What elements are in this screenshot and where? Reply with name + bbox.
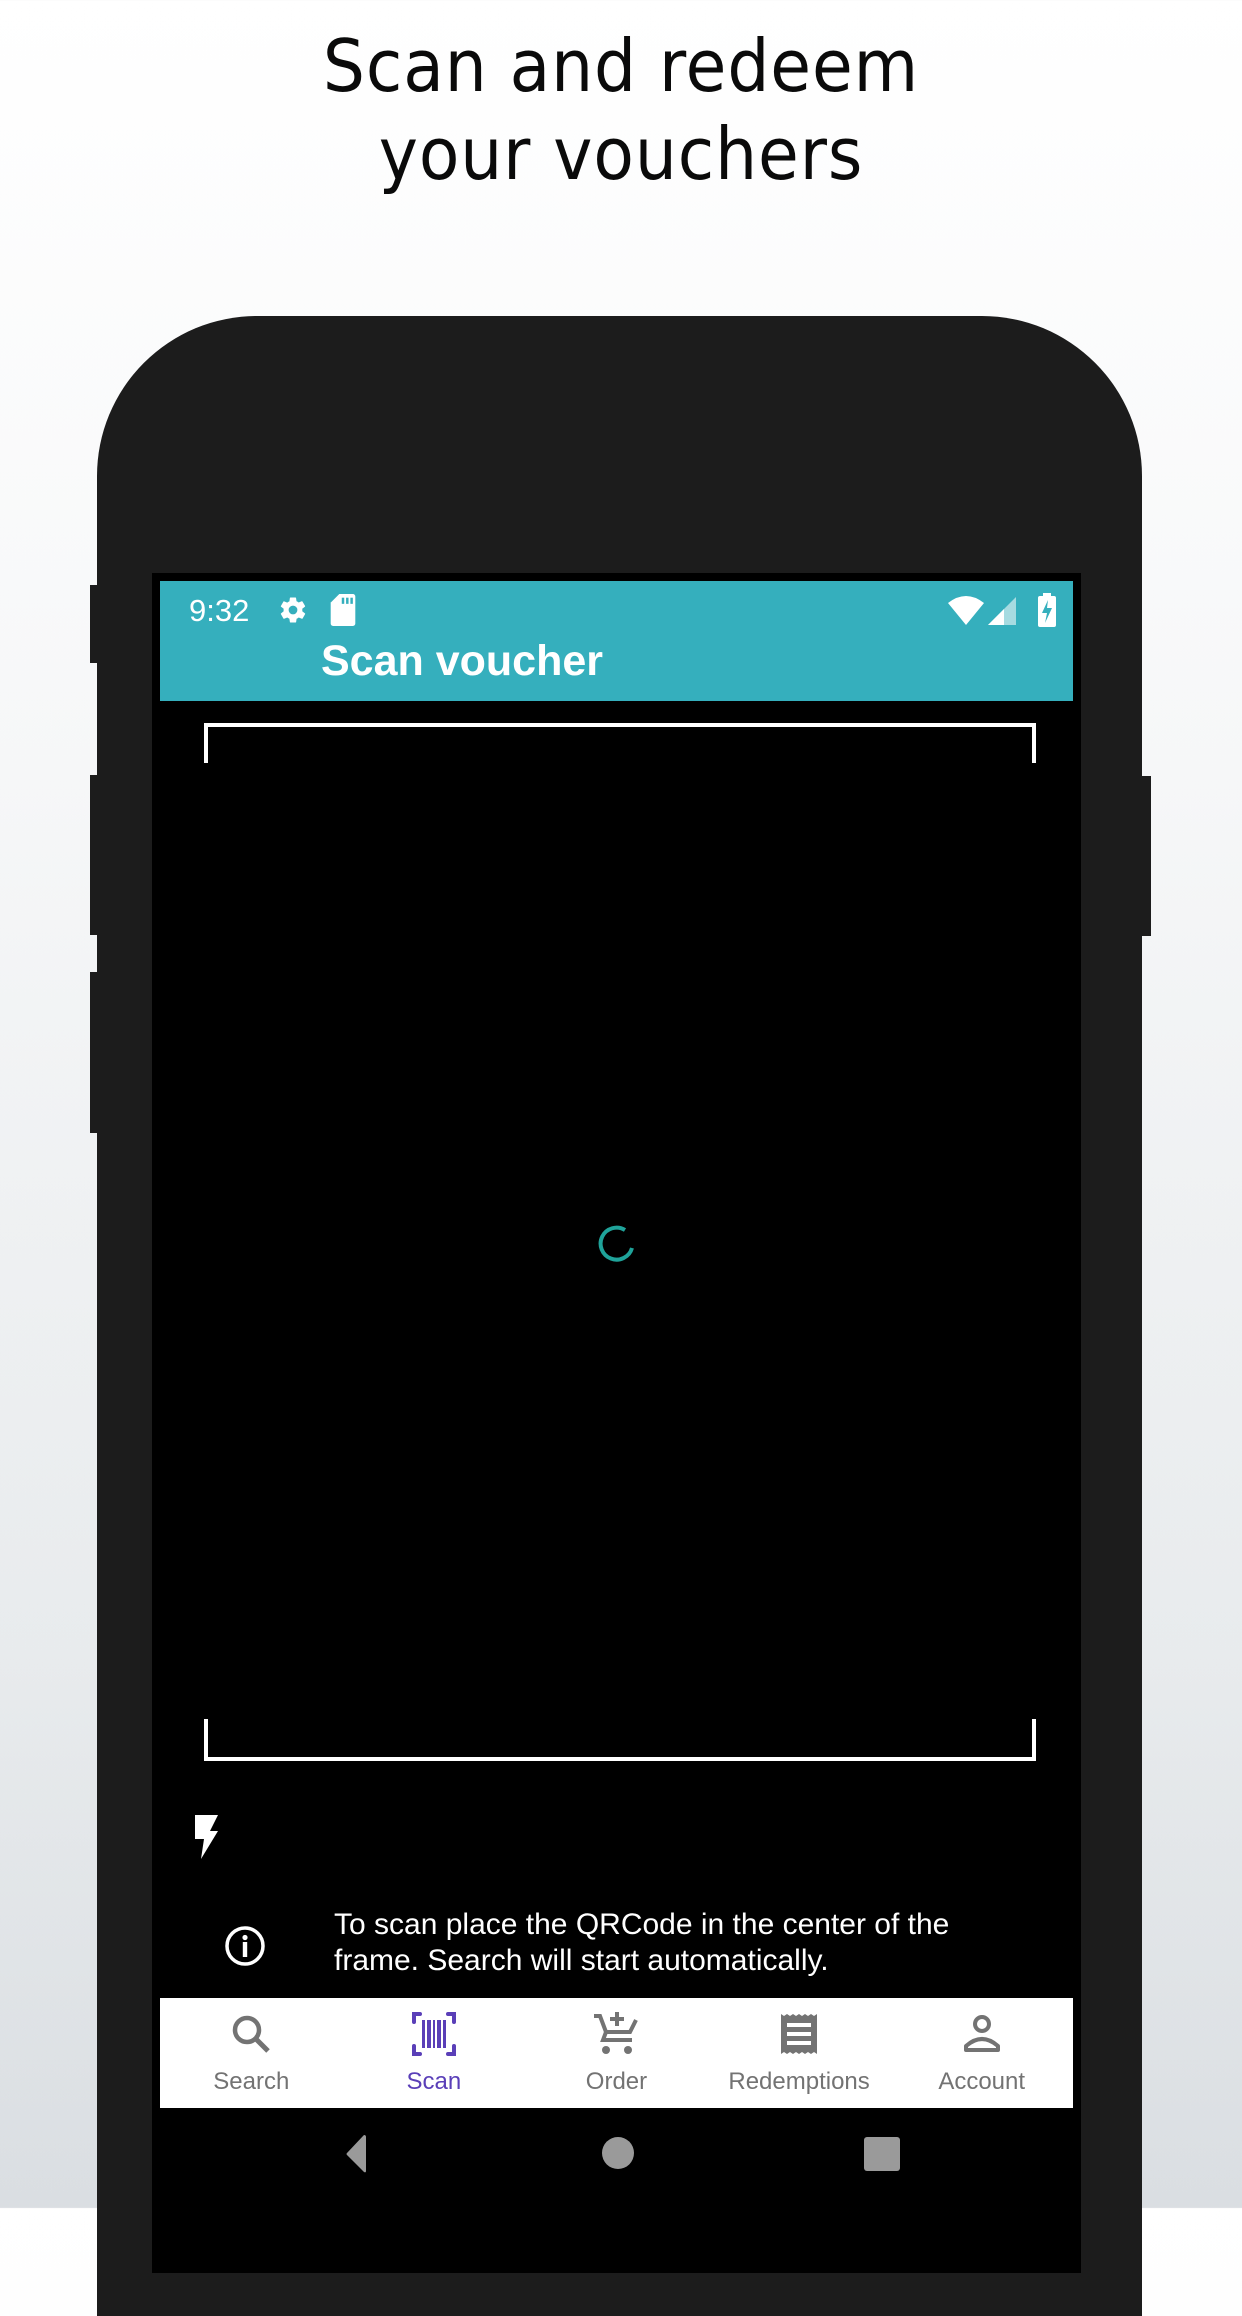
promo-title-line2: your vouchers bbox=[378, 112, 864, 196]
nav-item-order[interactable]: Order bbox=[525, 1998, 708, 2108]
gear-icon bbox=[280, 597, 306, 623]
nav-label: Redemptions bbox=[728, 2068, 870, 2095]
nav-item-account[interactable]: Account bbox=[890, 1998, 1073, 2108]
barcode-scan-icon bbox=[411, 2012, 456, 2056]
bottom-navigation: Search Scan Order Redemptions Account bbox=[160, 1998, 1073, 2108]
search-icon bbox=[233, 2015, 271, 2053]
nav-item-redemptions[interactable]: Redemptions bbox=[708, 1998, 891, 2108]
app-bar: 9:32 Scan voucher bbox=[160, 581, 1073, 701]
back-icon[interactable] bbox=[346, 2135, 366, 2173]
viewfinder-bottom-bracket bbox=[204, 1719, 1036, 1761]
page-title: Scan voucher bbox=[321, 637, 603, 685]
recents-icon[interactable] bbox=[864, 2137, 900, 2173]
flash-icon[interactable] bbox=[192, 1813, 222, 1861]
scan-hint-text: To scan place the QRCode in the center o… bbox=[334, 1908, 950, 1977]
nav-label: Scan bbox=[406, 2068, 462, 2095]
nav-item-scan[interactable]: Scan bbox=[343, 1998, 526, 2108]
wifi-icon bbox=[948, 596, 984, 625]
receipt-icon bbox=[781, 2014, 818, 2054]
account-icon bbox=[963, 2015, 1000, 2052]
sd-card-icon bbox=[330, 594, 356, 626]
nav-label: Search bbox=[213, 2068, 290, 2095]
system-navigation-bar bbox=[152, 2108, 1081, 2208]
promo-title-line1: Scan and redeem bbox=[322, 24, 920, 108]
signal-icon bbox=[988, 597, 1016, 625]
promo-title: Scan and redeem your vouchers bbox=[50, 22, 1193, 198]
nav-label: Account bbox=[938, 2068, 1026, 2095]
home-icon[interactable] bbox=[601, 2136, 635, 2170]
status-time: 9:32 bbox=[189, 593, 250, 628]
info-icon bbox=[225, 1926, 265, 1966]
nav-item-search[interactable]: Search bbox=[160, 1998, 343, 2108]
loading-spinner-icon bbox=[598, 1225, 634, 1262]
viewfinder-top-bracket bbox=[204, 723, 1036, 763]
phone-screen: 9:32 Scan voucher To scan place the QRCo… bbox=[152, 573, 1081, 2273]
battery-charging-icon bbox=[1038, 593, 1056, 627]
cart-add-icon bbox=[594, 2012, 639, 2054]
nav-label: Order bbox=[585, 2068, 648, 2095]
